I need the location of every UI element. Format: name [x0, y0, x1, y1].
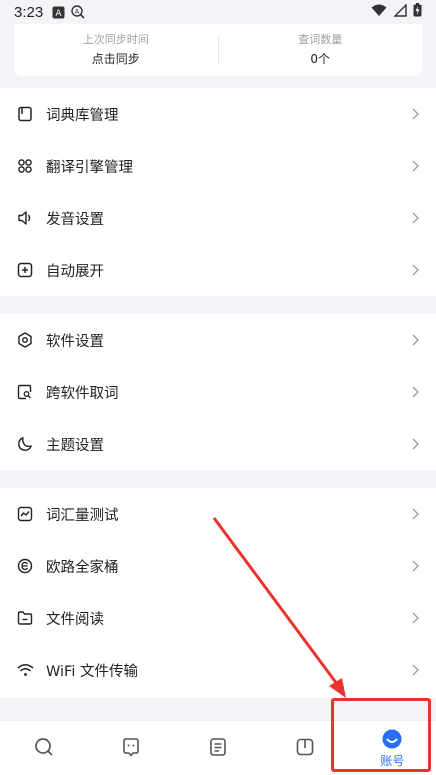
menu-item-cross-app-lookup[interactable]: 跨软件取词: [0, 366, 436, 418]
grid-icon: [16, 157, 34, 175]
settings-hex-icon: [16, 331, 34, 349]
menu-item-label: 跨软件取词: [46, 385, 119, 402]
chevron-right-icon: [410, 437, 420, 451]
speaker-icon: [16, 209, 34, 227]
menu-item-vocabulary-test[interactable]: 词汇量测试: [0, 488, 436, 540]
menu-item-theme-settings[interactable]: 主题设置: [0, 418, 436, 470]
menu-item-label: 欧路全家桶: [46, 559, 119, 576]
settings-group-1: 词典库管理 翻译引擎管理 发音设置 自动展开: [0, 88, 436, 296]
menu-item-label: 词典库管理: [46, 107, 119, 124]
plus-square-icon: [16, 261, 34, 279]
menu-item-label: 翻译引擎管理: [46, 159, 133, 176]
menu-item-label: 主题设置: [46, 437, 104, 454]
lookup-count-label: 查词数量: [298, 33, 343, 46]
tab-account[interactable]: 账号: [349, 721, 436, 775]
lookup-count-block: 查词数量 0个: [219, 32, 423, 68]
chevron-right-icon: [410, 663, 420, 677]
wifi-status-icon: [371, 4, 387, 21]
account-smile-icon: [381, 728, 403, 750]
chevron-right-icon: [410, 263, 420, 277]
status-time: 3:23: [14, 3, 44, 21]
chevron-right-icon: [410, 611, 420, 625]
bottom-tab-bar: 账号: [0, 720, 436, 775]
menu-item-eudic-suite[interactable]: 欧路全家桶: [0, 540, 436, 592]
chat-icon: [120, 736, 142, 758]
search-icon: [33, 736, 55, 758]
menu-item-wifi-transfer[interactable]: WiFi 文件传输: [0, 644, 436, 696]
circle-e-icon: [16, 557, 34, 575]
a-search-icon: A: [71, 5, 85, 19]
menu-item-label: 文件阅读: [46, 611, 104, 628]
book-icon: [16, 105, 34, 123]
tab-chat[interactable]: [87, 721, 174, 775]
menu-item-software-settings[interactable]: 软件设置: [0, 314, 436, 366]
moon-icon: [16, 435, 34, 453]
menu-item-translation-engines[interactable]: 翻译引擎管理: [0, 140, 436, 192]
chevron-right-icon: [410, 333, 420, 347]
svg-text:A: A: [55, 9, 62, 19]
chevron-right-icon: [410, 507, 420, 521]
menu-item-label: 发音设置: [46, 211, 104, 228]
last-sync-label: 上次同步时间: [82, 33, 149, 46]
svg-text:A: A: [75, 8, 80, 16]
menu-item-label: 自动展开: [46, 263, 104, 280]
chevron-right-icon: [410, 159, 420, 173]
open-book-icon: [294, 736, 316, 758]
chevron-right-icon: [410, 385, 420, 399]
search-doc-icon: [16, 383, 34, 401]
tab-search[interactable]: [0, 721, 87, 775]
settings-group-3: 词汇量测试 欧路全家桶 文件阅读 WiFi 文件传输: [0, 488, 436, 698]
chevron-right-icon: [410, 211, 420, 225]
chevron-right-icon: [410, 107, 420, 121]
menu-item-label: WiFi 文件传输: [46, 663, 138, 680]
status-bar: 3:23 A A: [0, 0, 436, 24]
battery-charging-icon: [413, 3, 422, 21]
last-sync-block[interactable]: 上次同步时间 点击同步: [14, 32, 218, 68]
menu-item-auto-expand[interactable]: 自动展开: [0, 244, 436, 296]
last-sync-value[interactable]: 点击同步: [14, 50, 218, 68]
menu-item-label: 软件设置: [46, 333, 104, 350]
sync-card: 上次同步时间 点击同步 查词数量 0个: [14, 24, 422, 76]
tab-label-account: 账号: [380, 753, 405, 768]
menu-item-dictionary-library[interactable]: 词典库管理: [0, 88, 436, 140]
chart-icon: [16, 505, 34, 523]
folder-icon: [16, 609, 34, 627]
settings-group-2: 软件设置 跨软件取词 主题设置: [0, 314, 436, 470]
menu-item-file-reading[interactable]: 文件阅读: [0, 592, 436, 644]
menu-item-pronunciation-settings[interactable]: 发音设置: [0, 192, 436, 244]
menu-item-label: 词汇量测试: [46, 507, 119, 524]
tab-notes[interactable]: [174, 721, 261, 775]
notes-icon: [207, 736, 229, 758]
signal-icon: [393, 2, 407, 21]
chevron-right-icon: [410, 559, 420, 573]
wifi-icon: [16, 661, 34, 679]
a-box-icon: A: [51, 5, 65, 19]
lookup-count-value: 0个: [310, 52, 331, 66]
tab-open-book[interactable]: [262, 721, 349, 775]
